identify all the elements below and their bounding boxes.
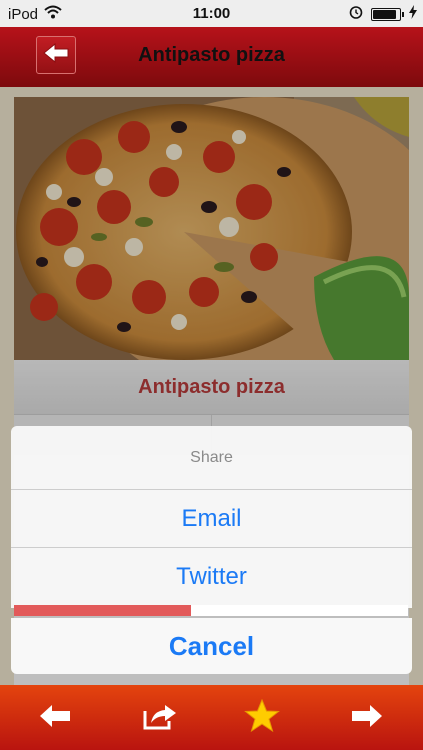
share-icon	[142, 701, 178, 736]
share-email-button[interactable]: Email	[11, 490, 412, 548]
share-twitter-button[interactable]: Twitter	[11, 548, 412, 606]
status-bar: iPod 11:00	[0, 0, 423, 27]
battery-level	[373, 9, 397, 19]
progress-bar	[14, 605, 408, 616]
share-sheet-title: Share	[11, 426, 412, 490]
favorite-button[interactable]	[242, 698, 282, 738]
next-arrow-icon	[350, 703, 384, 734]
charging-icon	[409, 5, 417, 23]
alarm-icon	[349, 5, 363, 23]
share-button[interactable]	[140, 698, 180, 738]
status-right	[349, 5, 417, 23]
share-action-sheet: Share Email Twitter	[11, 426, 412, 608]
battery-icon	[371, 7, 404, 21]
page-title: Antipasto pizza	[138, 44, 285, 66]
progress-fill	[14, 605, 192, 616]
bottom-toolbar	[0, 685, 423, 750]
navigation-bar: Antipasto pizza	[0, 27, 423, 87]
favorite-star-icon	[244, 698, 280, 738]
cancel-button[interactable]: Cancel	[11, 618, 412, 674]
previous-arrow-icon	[38, 703, 72, 734]
next-button[interactable]	[347, 698, 387, 738]
previous-button[interactable]	[35, 698, 75, 738]
